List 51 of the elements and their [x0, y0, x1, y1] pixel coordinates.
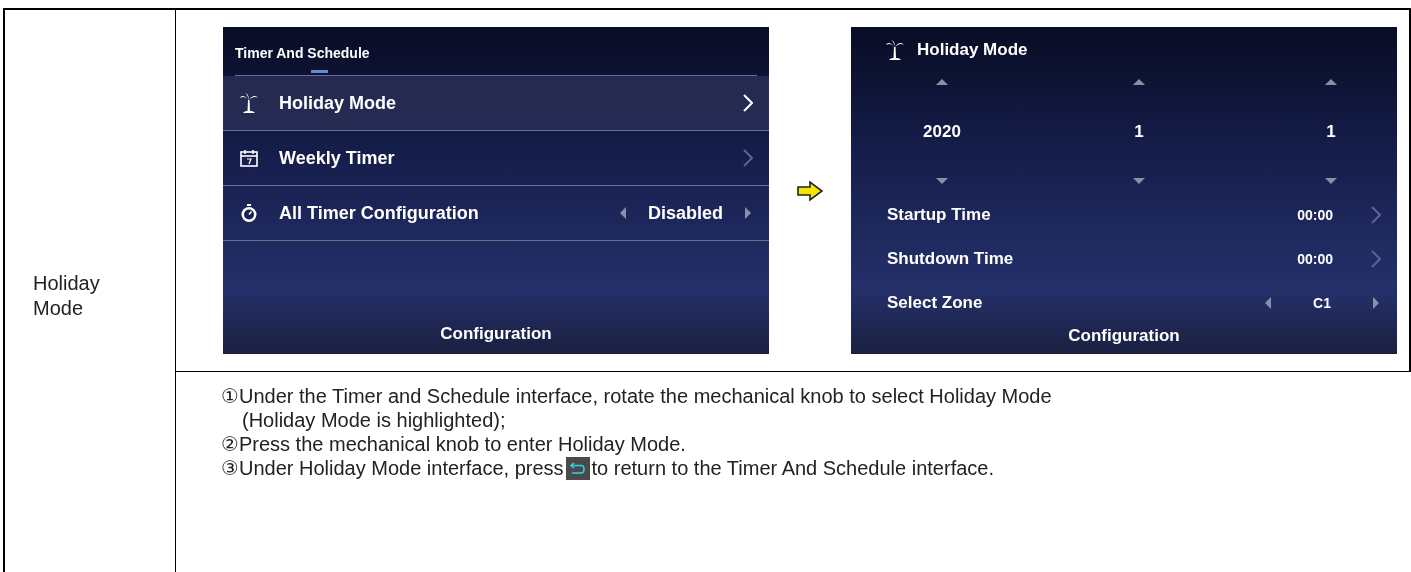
chevron-right-icon — [743, 94, 753, 112]
footer-label: Configuration — [440, 322, 552, 345]
triangle-up-icon[interactable] — [936, 76, 948, 87]
step-text: Under Holiday Mode interface, press — [238, 456, 564, 480]
menu-item[interactable]: Weekly Timer — [223, 131, 769, 186]
setting-label: Shutdown Time — [887, 248, 1015, 271]
setting-label: Startup Time — [887, 204, 992, 227]
screen-title: Timer And Schedule — [235, 44, 371, 63]
menu-item[interactable]: Holiday Mode — [223, 76, 769, 131]
chevron-right-icon — [743, 149, 753, 167]
stopwatch-icon — [239, 203, 259, 223]
menu-item-label: All Timer Configuration — [279, 201, 480, 225]
step-number: ② — [221, 432, 239, 456]
return-icon — [565, 456, 590, 480]
tab-indicator — [311, 70, 328, 73]
triangle-down-icon[interactable] — [1133, 176, 1145, 186]
setting-value: 00:00 — [1297, 205, 1333, 225]
setting-label: Select Zone — [887, 292, 984, 315]
date-value: 2020 — [923, 120, 961, 143]
date-value: 1 — [1134, 120, 1144, 143]
menu-item-label: Weekly Timer — [279, 146, 396, 170]
triangle-down-icon[interactable] — [936, 176, 948, 186]
step-text: Press the mechanical knob to enter Holiday Mode. — [238, 432, 686, 456]
screen-title: Holiday Mode — [917, 39, 1028, 61]
triangle-right-icon[interactable] — [743, 207, 753, 219]
menu-item[interactable]: All Timer Configuration Disabled — [223, 186, 769, 241]
chevron-right-icon — [1371, 206, 1381, 224]
date-value: 1 — [1326, 120, 1336, 143]
footer-label: Configuration — [1068, 324, 1180, 347]
triangle-right-icon[interactable] — [1371, 297, 1381, 309]
step-text: Under the Timer and Schedule interface, rotate the mechanical knob to select Holiday Mode — [238, 384, 1052, 408]
setting-value: C1 — [1313, 293, 1331, 313]
setting-value: 00:00 — [1297, 249, 1333, 269]
triangle-down-icon[interactable] — [1325, 176, 1337, 186]
option-value: Disabled — [647, 201, 723, 225]
triangle-left-icon[interactable] — [1263, 297, 1274, 309]
row-label: Holiday Mode — [33, 271, 101, 321]
step-number: ① — [221, 384, 239, 408]
menu-item-label: Holiday Mode — [279, 91, 397, 115]
triangle-up-icon[interactable] — [1133, 76, 1145, 87]
step-number: ③ — [221, 456, 239, 480]
step-text: to return to the Timer And Schedule interface. — [591, 456, 994, 480]
palm-tree-icon — [239, 92, 259, 114]
arrow-icon — [796, 179, 824, 202]
step-text: (Holiday Mode is highlighted); — [241, 408, 507, 432]
calendar-icon — [239, 148, 259, 168]
setting-row[interactable]: Shutdown Time 00:00 — [887, 244, 1381, 274]
setting-row[interactable]: Startup Time 00:00 — [887, 200, 1381, 230]
setting-row[interactable]: Select Zone C1 — [887, 288, 1381, 318]
triangle-up-icon[interactable] — [1325, 76, 1337, 87]
chevron-right-icon — [1371, 250, 1381, 268]
